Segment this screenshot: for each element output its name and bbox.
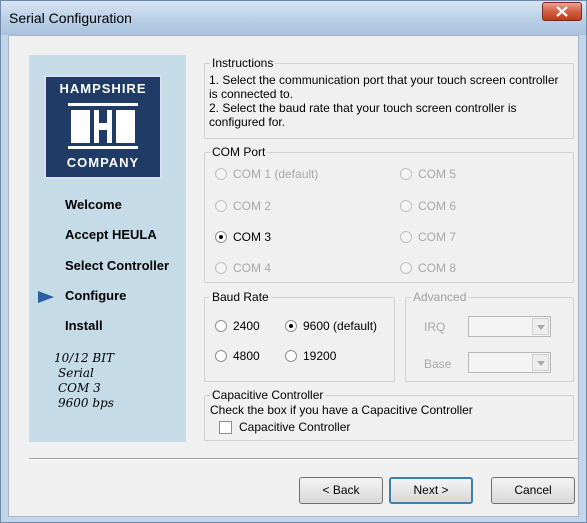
radio-indicator [285, 320, 297, 332]
radio-indicator [215, 231, 227, 243]
com2-radio[interactable]: COM 2 [215, 199, 271, 215]
instructions-group: Instructions 1. Select the communication… [204, 56, 574, 139]
capacitive-group-label: Capacitive Controller [210, 388, 326, 402]
company-logo: HAMPSHIRE COMPANY [44, 75, 162, 179]
logo-top-text: HAMPSHIRE [59, 81, 147, 96]
summary-interface: Serial [58, 366, 94, 380]
com1-label: COM 1 (default) [233, 167, 319, 181]
radio-indicator [400, 231, 412, 243]
current-step-arrow-icon [38, 291, 54, 303]
com3-label: COM 3 [233, 230, 272, 244]
nav-step-configure: Configure [65, 288, 127, 303]
instructions-text: 1. Select the communication port that yo… [209, 73, 559, 129]
nav-step-accept-heula: Accept HEULA [65, 227, 157, 242]
window-title: Serial Configuration [9, 10, 132, 26]
com-port-group-label: COM Port [210, 145, 268, 159]
radio-indicator [215, 168, 227, 180]
com1-radio[interactable]: COM 1 (default) [215, 167, 318, 183]
summary-baud: 9600 bps [58, 396, 114, 410]
baud-2400-label: 2400 [233, 319, 260, 333]
radio-indicator [215, 262, 227, 274]
summary-controller: 10/12 BIT [54, 351, 114, 365]
com7-radio[interactable]: COM 7 [400, 230, 456, 246]
close-icon [556, 6, 568, 17]
capacitive-description: Check the box if you have a Capacitive C… [210, 403, 473, 417]
com5-radio[interactable]: COM 5 [400, 167, 456, 183]
com4-label: COM 4 [233, 261, 272, 275]
chevron-down-icon [537, 325, 545, 330]
irq-dropdown-button[interactable] [532, 318, 549, 335]
com6-radio[interactable]: COM 6 [400, 199, 456, 215]
com7-label: COM 7 [418, 230, 457, 244]
next-button[interactable]: Next > [389, 477, 473, 504]
baud-rate-group: Baud Rate [204, 290, 395, 382]
radio-indicator [400, 200, 412, 212]
com8-radio[interactable]: COM 8 [400, 261, 456, 277]
wizard-sidebar: HAMPSHIRE COMPANY Welcome Accept HEULA S… [29, 55, 186, 442]
baud-4800-radio[interactable]: 4800 [215, 349, 260, 365]
radio-indicator [215, 350, 227, 362]
baud-9600-label: 9600 (default) [303, 319, 378, 333]
baud-4800-label: 4800 [233, 349, 260, 363]
instruction-line-1: 1. Select the communication port that yo… [209, 73, 559, 101]
button-separator [29, 458, 578, 460]
back-button[interactable]: < Back [299, 477, 383, 504]
nav-step-select-controller: Select Controller [65, 258, 170, 273]
baud-9600-radio[interactable]: 9600 (default) [285, 319, 377, 335]
base-dropdown-button[interactable] [532, 354, 549, 371]
cancel-button[interactable]: Cancel [491, 477, 575, 504]
nav-step-welcome: Welcome [65, 197, 122, 212]
com6-label: COM 6 [418, 199, 457, 213]
com4-radio[interactable]: COM 4 [215, 261, 271, 277]
summary-port: COM 3 [58, 381, 101, 395]
com8-label: COM 8 [418, 261, 457, 275]
radio-indicator [215, 320, 227, 332]
radio-indicator [285, 350, 297, 362]
hampshire-logo-icon [66, 101, 140, 151]
base-label: Base [424, 357, 452, 371]
instructions-group-label: Instructions [210, 56, 276, 70]
base-select[interactable] [468, 352, 551, 373]
com2-label: COM 2 [233, 199, 272, 213]
instruction-line-2: 2. Select the baud rate that your touch … [209, 101, 517, 129]
capacitive-checkbox[interactable] [219, 421, 232, 434]
logo-bottom-text: COMPANY [66, 155, 140, 170]
title-bar[interactable]: Serial Configuration [1, 1, 586, 35]
radio-indicator [400, 262, 412, 274]
capacitive-controller-group: Capacitive Controller [204, 388, 574, 441]
nav-step-install: Install [65, 318, 103, 333]
advanced-group-label: Advanced [411, 290, 469, 304]
baud-19200-radio[interactable]: 19200 [285, 349, 336, 365]
baud-rate-group-label: Baud Rate [210, 290, 271, 304]
close-button[interactable] [542, 2, 582, 21]
com3-radio[interactable]: COM 3 [215, 230, 271, 246]
configuration-summary: 10/12 BIT Serial COM 3 9600 bps [54, 351, 114, 411]
baud-19200-label: 19200 [303, 349, 337, 363]
baud-2400-radio[interactable]: 2400 [215, 319, 260, 335]
radio-indicator [215, 200, 227, 212]
chevron-down-icon [537, 361, 545, 366]
radio-indicator [400, 168, 412, 180]
irq-select[interactable] [468, 316, 551, 337]
capacitive-checkbox-label[interactable]: Capacitive Controller [239, 420, 350, 434]
com5-label: COM 5 [418, 167, 457, 181]
irq-label: IRQ [424, 320, 446, 334]
